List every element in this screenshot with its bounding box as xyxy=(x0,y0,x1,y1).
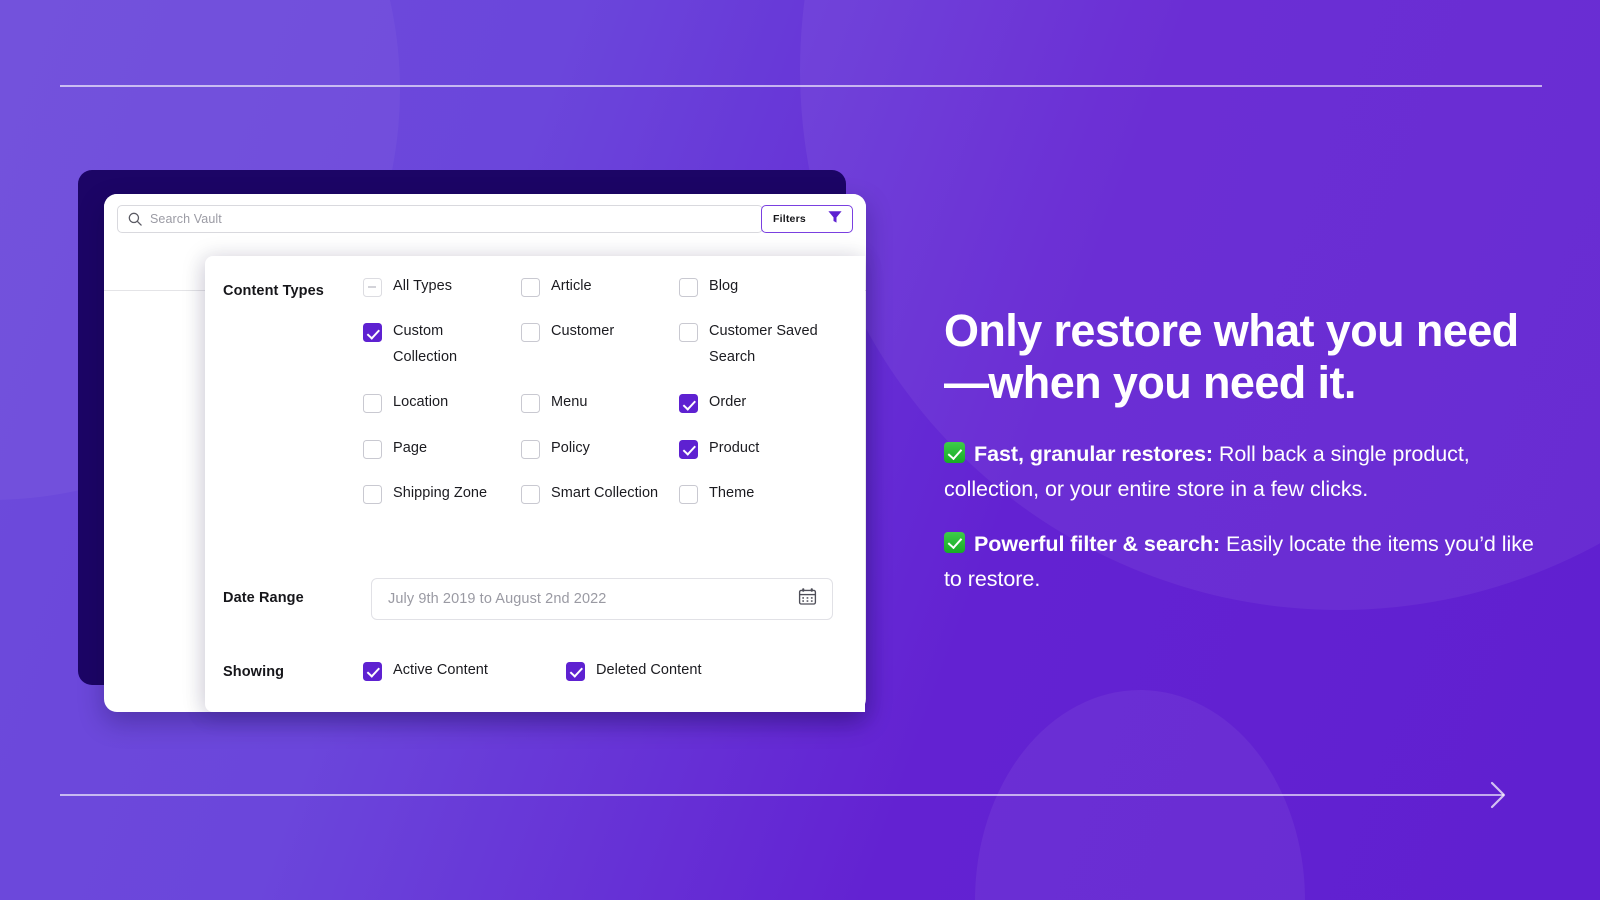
content-type-option[interactable]: Menu xyxy=(521,390,679,415)
content-type-option-label: Customer Saved Search xyxy=(709,323,818,365)
green-check-icon xyxy=(944,532,965,554)
checkbox-unchecked-icon[interactable] xyxy=(679,323,698,343)
checkbox-unchecked-icon[interactable] xyxy=(679,278,698,297)
content-type-option[interactable]: Product xyxy=(679,436,839,461)
search-placeholder-text: Search Vault xyxy=(150,212,222,226)
content-type-option[interactable]: Blog xyxy=(679,274,839,299)
funnel-icon xyxy=(827,209,843,230)
checkbox-checked-icon[interactable] xyxy=(679,394,698,414)
checkbox-indeterminate-icon[interactable] xyxy=(363,278,382,297)
content-type-option-label: Product xyxy=(709,439,760,456)
calendar-icon[interactable] xyxy=(798,587,817,611)
checkbox-unchecked-icon[interactable] xyxy=(363,394,382,414)
checkbox-unchecked-icon[interactable] xyxy=(521,278,540,297)
content-type-option[interactable]: Theme xyxy=(679,481,839,506)
showing-section: Showing Active Content Deleted Content xyxy=(223,658,843,683)
content-type-option[interactable]: Order xyxy=(679,390,839,415)
checkbox-checked-icon[interactable] xyxy=(363,323,382,343)
content-type-option[interactable]: Article xyxy=(521,274,679,299)
content-type-option[interactable]: All Types xyxy=(363,274,521,299)
checkbox-checked-icon[interactable] xyxy=(566,662,585,681)
slide-canvas: Search Vault Filters Content Types All T… xyxy=(0,0,1600,900)
popover-caret xyxy=(788,236,828,257)
date-range-section: Date Range July 9th 2019 to August 2nd 2… xyxy=(223,578,843,620)
promo-headline: Only restore what you need—when you need… xyxy=(944,305,1519,409)
promo-column: Only restore what you need—when you need… xyxy=(944,305,1544,617)
content-type-option-label: Menu xyxy=(551,394,588,411)
showing-option[interactable]: Deleted Content xyxy=(566,658,702,683)
content-type-option-label: Customer xyxy=(551,323,615,340)
divider-line-top xyxy=(60,85,1542,87)
content-type-option-label: All Types xyxy=(393,278,453,294)
search-icon xyxy=(128,212,142,226)
content-type-option-label: Theme xyxy=(709,484,755,501)
promo-bullet: Powerful filter & search: Easily locate … xyxy=(944,527,1544,597)
content-type-option[interactable]: Customer Saved Search xyxy=(679,319,839,370)
checkbox-unchecked-icon[interactable] xyxy=(521,323,540,343)
checkbox-unchecked-icon[interactable] xyxy=(363,439,382,459)
content-type-option-label: Custom Collection xyxy=(393,323,458,365)
checkbox-unchecked-icon[interactable] xyxy=(521,484,540,504)
content-type-option-label: Smart Collection xyxy=(551,484,659,501)
content-type-option[interactable]: Custom Collection xyxy=(363,319,521,370)
showing-option-label: Active Content xyxy=(393,662,488,678)
date-range-value: July 9th 2019 to August 2nd 2022 xyxy=(388,591,607,607)
promo-bullet-list: Fast, granular restores: Roll back a sin… xyxy=(944,437,1544,596)
promo-bullet-heading: Fast, granular restores: xyxy=(974,442,1213,467)
date-range-input[interactable]: July 9th 2019 to August 2nd 2022 xyxy=(371,578,833,620)
showing-option[interactable]: Active Content xyxy=(363,658,488,683)
arrow-right-icon xyxy=(1490,780,1507,810)
filters-popover: Content Types All Types Article Blog Custom… xyxy=(205,256,865,712)
content-types-section: Content Types All Types Article Blog Custom… xyxy=(223,274,843,506)
showing-option-label: Deleted Content xyxy=(596,662,702,678)
checkbox-checked-icon[interactable] xyxy=(679,439,698,459)
checkbox-unchecked-icon[interactable] xyxy=(679,484,698,504)
content-type-option-label: Article xyxy=(551,278,592,294)
filters-button[interactable]: Filters xyxy=(761,205,853,233)
content-type-option-label: Blog xyxy=(709,278,739,294)
checkbox-unchecked-icon[interactable] xyxy=(521,394,540,414)
content-type-option[interactable]: Location xyxy=(363,390,521,415)
content-type-option-label: Order xyxy=(709,394,747,411)
content-type-option-label: Location xyxy=(393,394,449,411)
content-type-option-label: Page xyxy=(393,439,428,456)
filters-button-label: Filters xyxy=(773,213,806,225)
date-range-label: Date Range xyxy=(223,590,304,606)
search-input[interactable]: Search Vault xyxy=(117,205,763,233)
checkbox-checked-icon[interactable] xyxy=(363,662,382,681)
content-type-option[interactable]: Shipping Zone xyxy=(363,481,521,506)
content-type-option[interactable]: Page xyxy=(363,436,521,461)
content-types-label: Content Types xyxy=(223,283,324,299)
content-types-grid: All Types Article Blog Custom Collection Cus… xyxy=(363,274,843,506)
content-type-option-label: Shipping Zone xyxy=(393,484,488,501)
green-check-icon xyxy=(944,442,965,464)
content-type-option[interactable]: Smart Collection xyxy=(521,481,679,506)
promo-bullet: Fast, granular restores: Roll back a sin… xyxy=(944,437,1544,507)
checkbox-unchecked-icon[interactable] xyxy=(521,439,540,459)
content-type-option[interactable]: Policy xyxy=(521,436,679,461)
promo-bullet-heading: Powerful filter & search: xyxy=(974,532,1221,557)
content-type-option[interactable]: Customer xyxy=(521,319,679,370)
content-type-option-label: Policy xyxy=(551,439,590,456)
divider-line-bottom xyxy=(60,794,1504,796)
showing-options: Active Content Deleted Content xyxy=(363,658,843,683)
showing-label: Showing xyxy=(223,664,285,680)
checkbox-unchecked-icon[interactable] xyxy=(363,484,382,504)
